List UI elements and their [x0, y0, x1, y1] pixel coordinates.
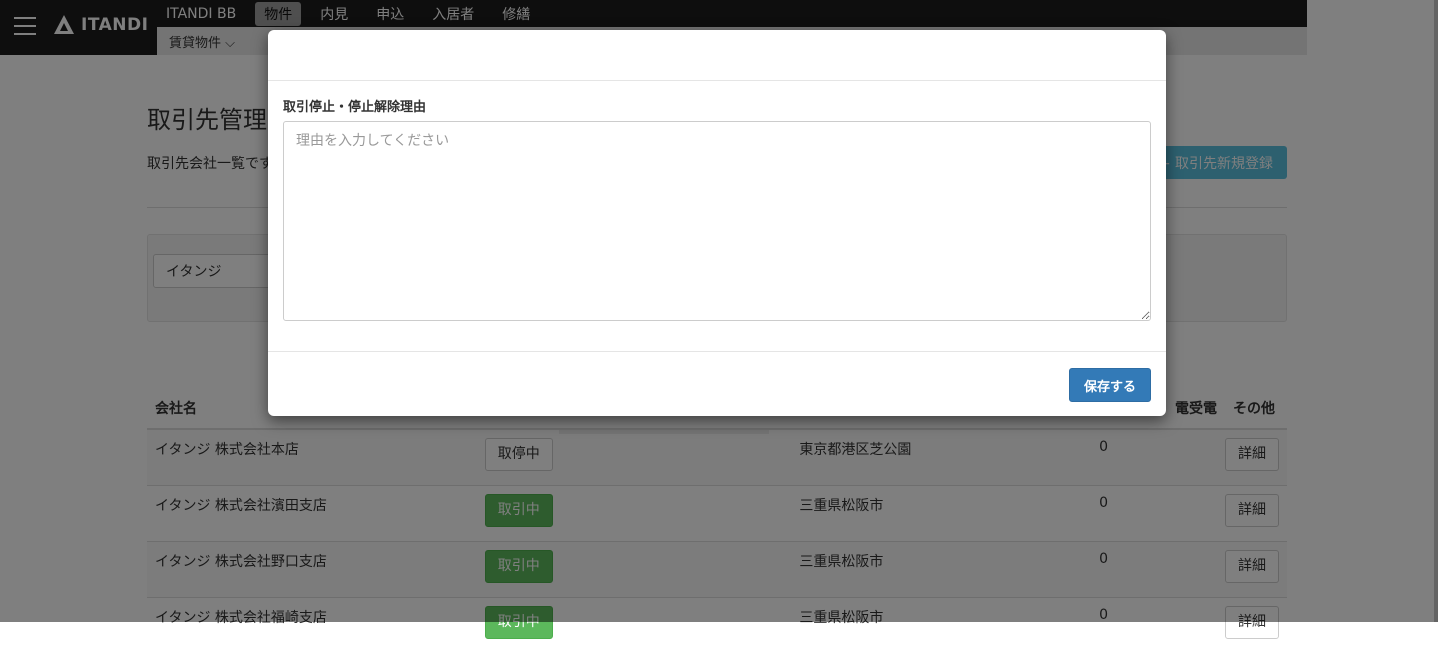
save-button[interactable]: 保存する: [1069, 368, 1151, 402]
page-scrollbar[interactable]: [1434, 0, 1438, 622]
modal-header: [268, 30, 1166, 81]
reason-label: 取引停止・停止解除理由: [283, 100, 427, 115]
reason-textarea[interactable]: [283, 121, 1151, 321]
modal-footer: 保存する: [268, 351, 1166, 417]
stop-reason-modal: 取引停止・停止解除理由 保存する: [268, 30, 1166, 416]
modal-body: 取引停止・停止解除理由: [283, 96, 1151, 325]
